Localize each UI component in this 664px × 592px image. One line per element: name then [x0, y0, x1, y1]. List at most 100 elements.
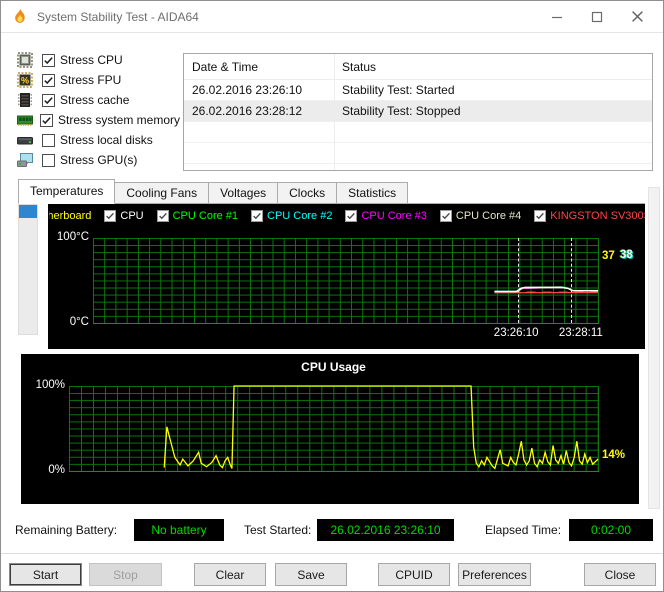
remaining-battery-label: Remaining Battery:	[15, 523, 118, 537]
stress-option-row: Stress local disks	[17, 130, 179, 150]
legend-item: CPU Core #2	[251, 210, 332, 222]
chart-vertical-scrollbar[interactable]	[18, 204, 38, 335]
stress-option-label[interactable]: Stress cache	[60, 93, 129, 107]
window-title: System Stability Test - AIDA64	[37, 9, 199, 24]
tab-clocks[interactable]: Clocks	[277, 182, 338, 203]
temp-y-min-label: 0°C	[69, 316, 89, 328]
elapsed-time-value: 0:02:00	[569, 519, 653, 541]
legend-item: CPU Core #3	[345, 210, 427, 222]
legend-checkbox[interactable]	[439, 210, 452, 222]
footer-divider	[1, 553, 663, 555]
stress-option-row: % Stress FPU	[17, 70, 179, 90]
legend-checkbox[interactable]	[534, 210, 547, 222]
stress-option-row: Stress system memory	[17, 110, 180, 130]
stop-button[interactable]: Stop	[89, 563, 162, 586]
maximize-icon[interactable]	[577, 1, 617, 32]
temperature-plot-area: 23:26:10 23:28:11	[93, 238, 603, 339]
legend-label: CPU Core #1	[172, 210, 239, 222]
tab-statistics[interactable]: Statistics	[336, 182, 409, 203]
tab-cooling-fans[interactable]: Cooling Fans	[114, 182, 210, 203]
legend-item: CPU	[104, 210, 144, 222]
stress-checkbox[interactable]	[42, 153, 55, 167]
elapsed-time-label: Elapsed Time:	[485, 523, 562, 537]
stress-option-row: Stress GPU(s)	[17, 150, 179, 170]
log-row-empty	[184, 164, 652, 170]
stress-checkbox[interactable]	[42, 133, 55, 147]
log-row-empty	[184, 122, 652, 143]
legend-item: CPU Core #1	[156, 210, 239, 222]
test-event-marker	[571, 238, 573, 323]
cpu-usage-plot-area	[69, 386, 599, 472]
series-cpu-usage	[164, 386, 598, 468]
preferences-button[interactable]: Preferences	[458, 563, 531, 586]
close-button[interactable]: Close	[584, 563, 656, 586]
temp-value-motherboard: 37	[602, 250, 615, 262]
window-controls	[537, 1, 657, 32]
cpu-y-max-label: 100%	[35, 379, 65, 391]
save-button[interactable]: Save	[275, 563, 347, 586]
test-event-marker	[518, 238, 520, 323]
cpu-usage-value: 14%	[602, 449, 626, 461]
cpu-y-min-label: 0%	[48, 464, 65, 476]
temp-xtick-start: 23:26:10	[493, 327, 539, 339]
log-cell-status: Stability Test: Started	[342, 83, 455, 97]
clear-button[interactable]: Clear	[194, 563, 266, 586]
minimize-icon[interactable]	[537, 1, 577, 32]
log-row-empty	[184, 143, 652, 164]
temperature-legend: Motherboard CPU CPU Core #1 CPU Core #2 CPU …	[49, 207, 645, 225]
legend-checkbox[interactable]	[251, 210, 264, 222]
stress-checkbox[interactable]	[40, 113, 53, 127]
legend-checkbox[interactable]	[156, 210, 169, 222]
legend-item: Motherboard	[49, 210, 91, 222]
system-stability-test-window: System Stability Test - AIDA64 Stress CP…	[0, 0, 664, 592]
cache-icon	[17, 92, 35, 108]
gpu-icon	[17, 152, 35, 168]
memory-icon	[17, 112, 33, 128]
legend-item: KINGSTON SV300S37A	[534, 210, 645, 222]
fpu-icon: %	[17, 72, 35, 88]
legend-label: Motherboard	[49, 210, 92, 222]
log-row[interactable]: 26.02.2016 23:28:12 Stability Test: Stopp…	[184, 101, 652, 122]
table-header: Date & Time Status	[184, 54, 652, 80]
stress-option-label[interactable]: Stress FPU	[60, 73, 121, 87]
legend-checkbox[interactable]	[345, 210, 358, 222]
stress-option-label[interactable]: Stress system memory	[58, 113, 180, 127]
column-header-datetime[interactable]: Date & Time	[184, 60, 334, 74]
stress-options-panel: Stress CPU% Stress FPU Stress cache Stress …	[17, 50, 180, 170]
legend-checkbox[interactable]	[104, 210, 117, 222]
cpu-icon	[17, 52, 35, 68]
test-started-value: 26.02.2016 23:26:10	[317, 519, 454, 541]
legend-label: CPU Core #4	[455, 210, 522, 222]
stress-option-row: Stress CPU	[17, 50, 179, 70]
cpu-usage-chart: CPU Usage 100% 0% 14%	[21, 354, 639, 504]
log-row[interactable]: 26.02.2016 23:26:10 Stability Test: Start…	[184, 80, 652, 101]
scrollbar-thumb[interactable]	[19, 205, 37, 218]
legend-item: CPU Core #4	[439, 210, 522, 222]
log-cell-datetime: 26.02.2016 23:28:12	[192, 104, 303, 118]
svg-text:%: %	[21, 76, 29, 86]
stress-checkbox[interactable]	[42, 53, 55, 67]
legend-label: KINGSTON SV300S37A	[550, 210, 645, 222]
temperature-chart: Motherboard CPU CPU Core #1 CPU Core #2 CPU …	[48, 204, 645, 349]
log-cell-status: Stability Test: Stopped	[342, 104, 461, 118]
tab-content-scrollbar[interactable]	[648, 187, 660, 509]
temp-y-max-label: 100°C	[56, 231, 89, 243]
stress-option-label[interactable]: Stress CPU	[60, 53, 123, 67]
column-header-status[interactable]: Status	[334, 60, 376, 74]
stress-option-label[interactable]: Stress GPU(s)	[60, 153, 137, 167]
tab-voltages[interactable]: Voltages	[208, 182, 279, 203]
series-cpu	[494, 287, 598, 291]
cpuid-button[interactable]: CPUID	[378, 563, 450, 586]
legend-label: CPU Core #3	[361, 210, 427, 222]
close-icon[interactable]	[617, 1, 657, 32]
log-cell-datetime: 26.02.2016 23:26:10	[192, 83, 303, 97]
stress-option-label[interactable]: Stress local disks	[60, 133, 153, 147]
stress-checkbox[interactable]	[42, 73, 55, 87]
stress-checkbox[interactable]	[42, 93, 55, 107]
stress-option-row: Stress cache	[17, 90, 179, 110]
cpu-usage-title: CPU Usage	[301, 360, 366, 374]
start-button[interactable]: Start	[9, 563, 82, 586]
tab-temperatures[interactable]: Temperatures	[18, 179, 116, 204]
disk-icon	[17, 132, 35, 148]
log-table: Date & Time Status 26.02.2016 23:26:10 St…	[183, 53, 653, 171]
